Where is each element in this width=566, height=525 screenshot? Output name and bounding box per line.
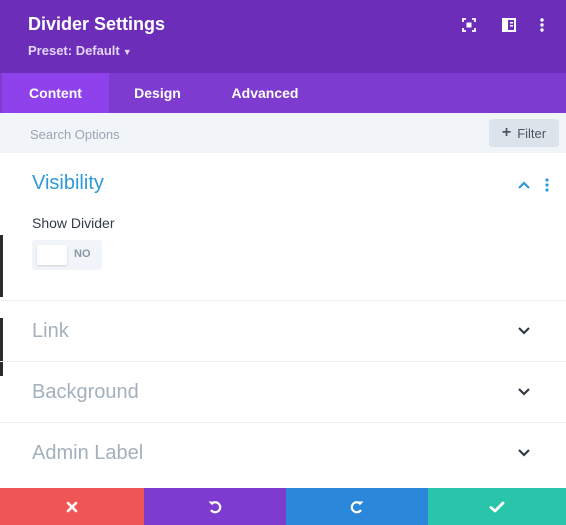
chevron-up-icon[interactable] <box>517 180 531 190</box>
more-options-icon[interactable] <box>533 16 551 34</box>
filter-label: Filter <box>517 125 547 141</box>
expand-icon[interactable] <box>460 16 478 34</box>
cancel-button[interactable] <box>0 488 144 525</box>
section-divider <box>0 361 566 362</box>
redo-button[interactable] <box>286 488 428 525</box>
show-divider-toggle[interactable]: NO <box>32 240 102 270</box>
background-page-strip <box>0 318 3 376</box>
modal-title: Divider Settings <box>28 14 166 34</box>
section-title-admin-label[interactable]: Admin Label <box>32 442 143 465</box>
tab-content[interactable]: Content <box>2 73 109 113</box>
section-title-background[interactable]: Background <box>32 381 139 404</box>
preset-label: Preset: Default <box>28 43 120 58</box>
search-input[interactable] <box>30 124 450 144</box>
preset-dropdown[interactable]: Preset: Default ▼ <box>28 43 132 58</box>
background-page-strip <box>0 235 3 297</box>
search-bar <box>0 113 566 153</box>
toggle-knob <box>37 245 67 265</box>
section-divider <box>0 422 566 423</box>
toggle-value: NO <box>74 248 91 260</box>
tab-bar: Content Design Advanced <box>0 73 566 113</box>
caret-down-icon: ▼ <box>122 47 132 57</box>
tab-advanced[interactable]: Advanced <box>206 73 324 113</box>
plus-icon: + <box>501 124 512 141</box>
divider-settings-modal: Divider Settings Preset: Default ▼ Conte… <box>0 0 566 525</box>
check-icon <box>489 501 505 512</box>
save-button[interactable] <box>428 488 566 525</box>
show-divider-label: Show Divider <box>32 215 115 231</box>
tab-design[interactable]: Design <box>109 73 206 113</box>
chevron-down-icon[interactable] <box>517 326 531 336</box>
chevron-down-icon[interactable] <box>517 387 531 397</box>
chevron-down-icon[interactable] <box>517 448 531 458</box>
section-divider <box>0 300 566 301</box>
section-title-visibility[interactable]: Visibility <box>32 172 104 195</box>
close-icon <box>66 501 78 512</box>
split-view-icon[interactable] <box>500 16 518 34</box>
redo-icon <box>350 500 364 513</box>
undo-icon <box>208 500 222 513</box>
modal-header[interactable]: Divider Settings Preset: Default ▼ <box>0 0 566 73</box>
section-options-icon[interactable] <box>545 178 549 192</box>
section-title-link[interactable]: Link <box>32 320 69 343</box>
undo-button[interactable] <box>144 488 286 525</box>
modal-footer <box>0 488 566 525</box>
filter-button[interactable]: + Filter <box>489 119 559 147</box>
